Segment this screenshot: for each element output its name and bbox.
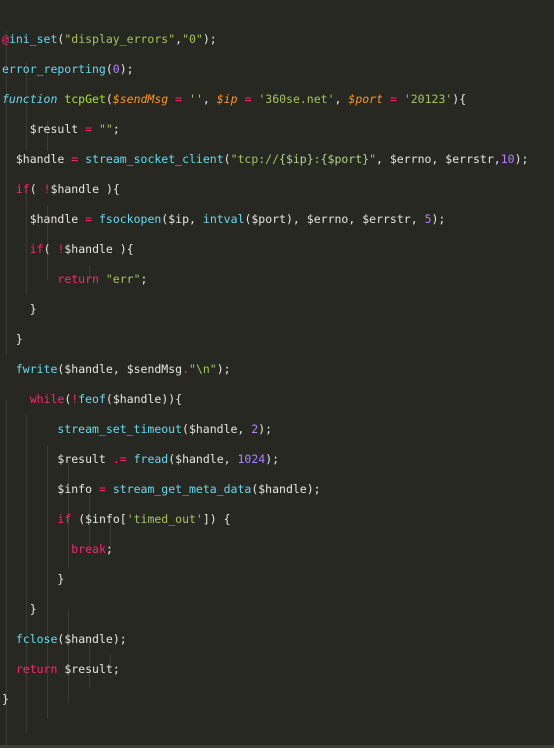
code-line: fwrite($handle, $sendMsg."\n");: [15, 362, 231, 376]
code-line: if( !$handle ){: [15, 182, 120, 196]
code-line: return "err";: [57, 272, 148, 286]
code-line: break;: [71, 542, 113, 556]
code-editor-viewport[interactable]: @ini_set("display_errors","0"); error_re…: [0, 0, 554, 748]
code-line: $handle = fsockopen($ip, intval($port), …: [29, 212, 446, 226]
code-line: }: [2, 692, 9, 706]
code-content[interactable]: @ini_set("display_errors","0"); error_re…: [0, 0, 554, 745]
code-line: }: [15, 332, 23, 346]
code-line: }: [29, 302, 37, 316]
code-line: return $result;: [15, 662, 120, 676]
code-line: }: [29, 602, 37, 616]
code-line: while(!feof($handle)){: [29, 392, 183, 406]
code-line: $result .= fread($handle, 1024);: [57, 452, 280, 466]
code-line: if( !$handle ){: [29, 242, 134, 256]
code-line: }: [57, 572, 65, 586]
code-line: @ini_set("display_errors","0");: [2, 32, 217, 46]
code-line: if ($info['timed_out']) {: [57, 512, 231, 526]
code-line: function tcpGet($sendMsg = '', $ip = '36…: [2, 92, 467, 106]
code-line: stream_set_timeout($handle, 2);: [57, 422, 273, 436]
code-line: $handle = stream_socket_client("tcp://{$…: [15, 152, 529, 166]
code-line: $info = stream_get_meta_data($handle);: [57, 482, 321, 496]
code-line: $result = "";: [29, 122, 120, 136]
code-line: error_reporting(0);: [2, 62, 134, 76]
code-line: fclose($handle);: [15, 632, 127, 646]
